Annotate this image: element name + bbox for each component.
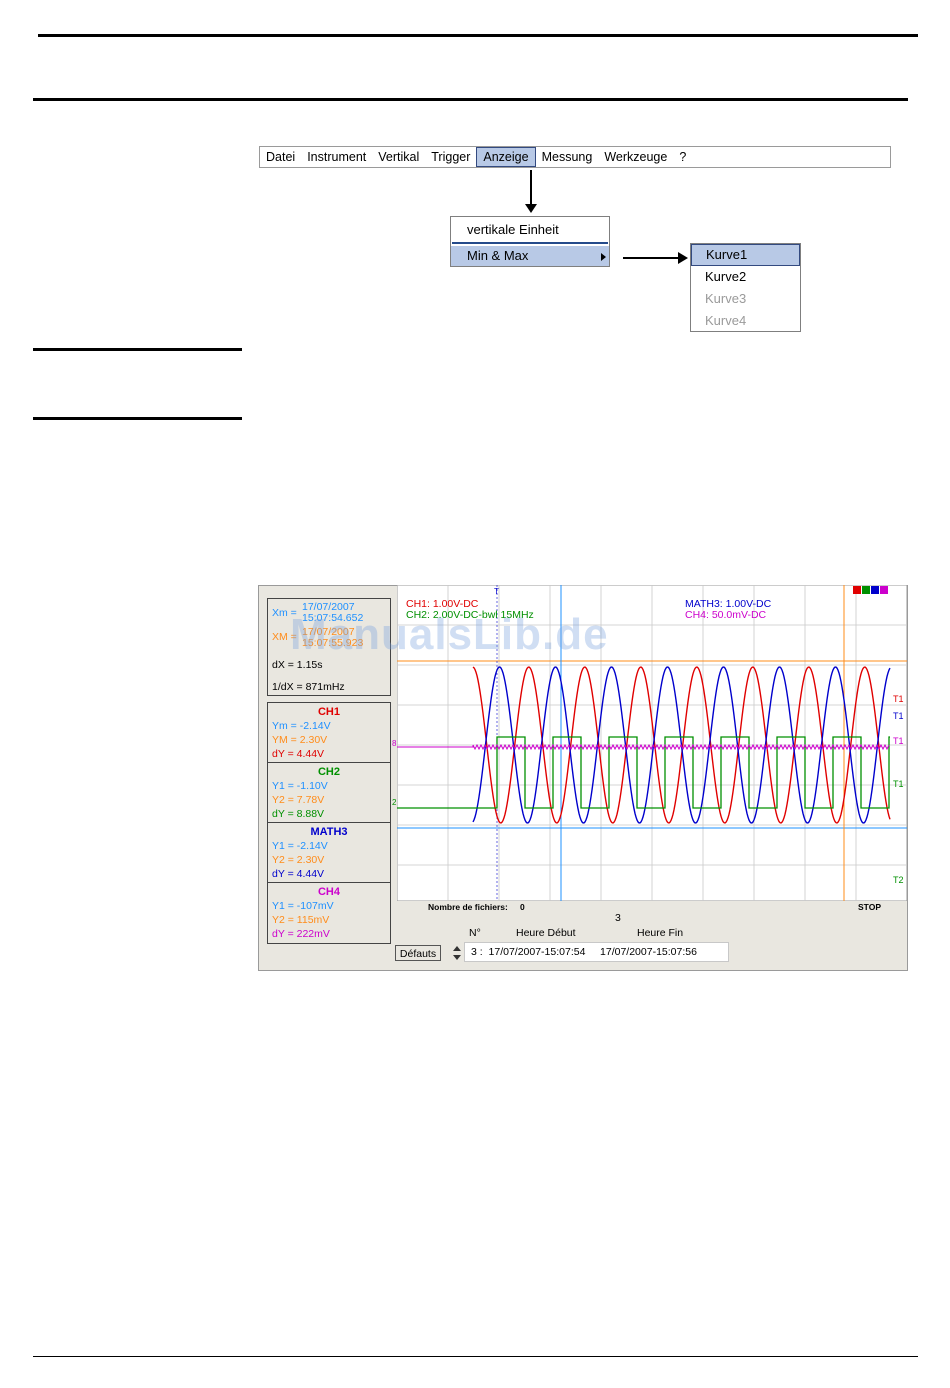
trigger-marker-top: T <box>494 587 499 596</box>
ch4-ground-marker: 8 <box>392 739 397 748</box>
menu-werkzeuge[interactable]: Werkzeuge <box>598 147 673 167</box>
arrow-right-head <box>678 252 688 264</box>
section-rule-1 <box>33 348 242 351</box>
marker-t2: T2 <box>893 875 904 885</box>
dropdown-item-min-max-label: Min & Max <box>467 248 529 263</box>
min-max-submenu: Kurve1 Kurve2 Kurve3 Kurve4 <box>690 243 801 332</box>
col-number-header: N° <box>469 927 481 939</box>
math3-title: MATH3 <box>310 826 348 838</box>
ch4-panel: CH4 Y1 = -107mV Y2 = 115mV dY = 222mV <box>267 882 391 944</box>
arrow-right-line <box>623 257 679 259</box>
col-start-header: Heure Début <box>516 927 576 939</box>
ch4-line3: dY = 222mV <box>272 928 330 940</box>
math3-line2: Y2 = 2.30V <box>272 854 325 866</box>
math3-panel: MATH3 Y1 = -2.14V Y2 = 2.30V dY = 4.44V <box>267 822 391 884</box>
ch4-setting: CH4: 50.0mV-DC <box>685 609 767 621</box>
ch2-line2: Y2 = 7.78V <box>272 794 325 806</box>
ch2-panel: CH2 Y1 = -1.10V Y2 = 7.78V dY = 8.88V <box>267 762 391 824</box>
ch2-line1: Y1 = -1.10V <box>272 780 328 792</box>
math3-line1: Y1 = -2.14V <box>272 840 328 852</box>
record-row[interactable]: 3 : 17/07/2007-15:07:54 17/07/2007-15:07… <box>464 942 729 962</box>
files-label: Nombre de fichiers: <box>428 902 508 912</box>
status-stop: STOP <box>858 902 881 912</box>
menu-help[interactable]: ? <box>673 147 692 167</box>
anzeige-dropdown: vertikale Einheit Min & Max <box>450 216 610 267</box>
ch1-line1: Ym = -2.14V <box>272 720 331 732</box>
record-count: 3 <box>615 912 621 924</box>
math3-line3: dY = 4.44V <box>272 868 325 880</box>
menu-datei[interactable]: Datei <box>260 147 301 167</box>
defaults-button[interactable]: Défauts <box>395 945 441 961</box>
inv-dx-value: 1/dX = 871mHz <box>272 681 345 693</box>
submenu-item-kurve4: Kurve4 <box>705 313 747 328</box>
watermark: ManualsLib.de <box>290 610 609 659</box>
ch4-title: CH4 <box>317 886 340 898</box>
ch2-line3: dY = 8.88V <box>272 808 325 820</box>
submenu-item-kurve2[interactable]: Kurve2 <box>691 266 800 288</box>
menu-trigger[interactable]: Trigger <box>425 147 476 167</box>
menu-bar: Datei Instrument Vertikal Trigger Anzeig… <box>259 146 891 168</box>
section-rule-2 <box>33 417 242 420</box>
ch2-title: CH2 <box>317 766 340 778</box>
dx-value: dX = 1.15s <box>272 659 323 671</box>
submenu-arrow-icon <box>601 253 606 261</box>
footer-rule <box>33 1356 918 1357</box>
ch4-line1: Y1 = -107mV <box>272 900 334 912</box>
submenu-item-kurve1[interactable]: Kurve1 <box>691 244 800 266</box>
marker-t1-c: T1 <box>893 736 904 746</box>
ch1-panel: CH1 Ym = -2.14V YM = 2.30V dY = 4.44V <box>267 702 391 764</box>
menu-anzeige[interactable]: Anzeige <box>476 147 536 167</box>
ch1-title: CH1 <box>317 706 340 718</box>
ch1-line3: dY = 4.44V <box>272 748 325 760</box>
ch1-line2: YM = 2.30V <box>272 734 328 746</box>
menu-instrument[interactable]: Instrument <box>301 147 372 167</box>
marker-t1-a: T1 <box>893 694 904 704</box>
header-rule <box>33 98 908 101</box>
channel-legend-icons <box>853 586 888 594</box>
arrow-down-head <box>525 204 537 213</box>
top-rule <box>38 34 918 37</box>
dropdown-separator <box>452 242 608 244</box>
menu-vertikal[interactable]: Vertikal <box>372 147 425 167</box>
col-end-header: Heure Fin <box>637 927 684 939</box>
marker-t1-b: T1 <box>893 711 904 721</box>
dropdown-item-vertikale-einheit[interactable]: vertikale Einheit <box>451 219 609 241</box>
menu-messung[interactable]: Messung <box>536 147 599 167</box>
files-count: 0 <box>520 902 525 912</box>
ch2-ground-marker: 2 <box>392 798 397 807</box>
ch4-line2: Y2 = 115mV <box>272 914 330 926</box>
submenu-item-kurve3: Kurve3 <box>705 291 747 306</box>
arrow-down-line <box>530 170 532 205</box>
dropdown-item-min-max[interactable]: Min & Max <box>451 246 609 266</box>
record-spinner-icon[interactable] <box>452 944 462 962</box>
marker-t1-d: T1 <box>893 779 904 789</box>
